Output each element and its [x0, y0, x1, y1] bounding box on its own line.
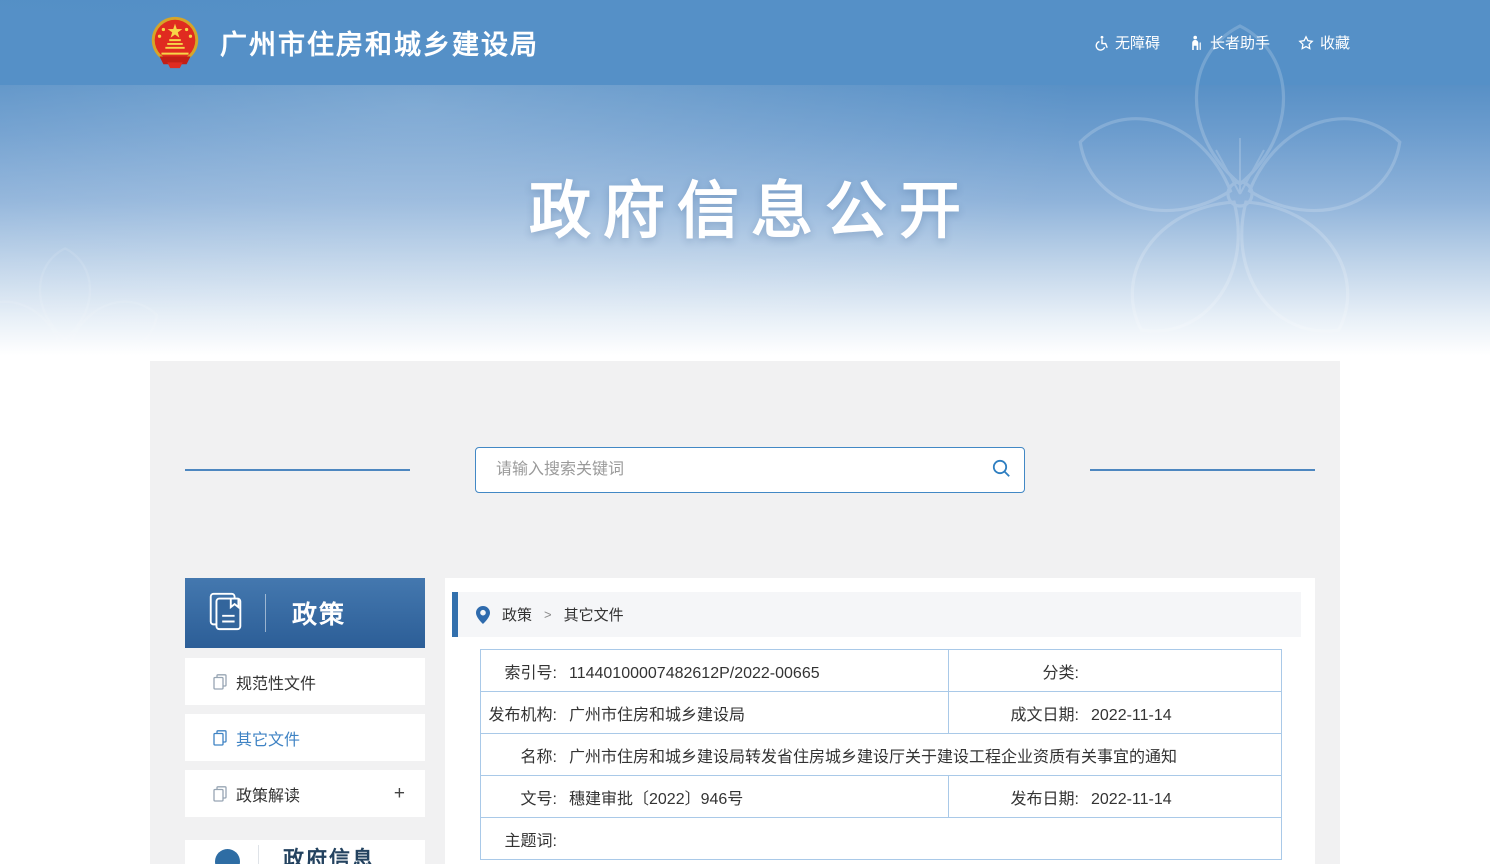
field-label: 主题词: — [481, 827, 557, 851]
field-label: 名称: — [481, 743, 557, 767]
page: 广州市住房和城乡建设局 无障碍 — [0, 0, 1490, 864]
star-icon — [1298, 35, 1314, 51]
decorative-line-left — [185, 469, 410, 471]
location-pin-icon — [476, 606, 490, 624]
field-label: 发布机构: — [481, 701, 557, 725]
site-title: 广州市住房和城乡建设局 — [220, 23, 539, 62]
site-header: 广州市住房和城乡建设局 无障碍 — [0, 0, 1490, 86]
vertical-divider — [258, 845, 259, 864]
document-icon — [213, 730, 227, 746]
field-category: 分类: — [949, 650, 1282, 692]
field-label: 索引号: — [481, 659, 557, 683]
decorative-line-right — [1090, 469, 1315, 471]
document-info-table: 索引号: 11440100007482612P/2022-00665 分类: 发布… — [480, 649, 1282, 860]
accessibility-link[interactable]: 无障碍 — [1093, 32, 1160, 53]
elderly-assistant-icon — [1188, 35, 1204, 51]
field-value: 2022-11-14 — [1091, 707, 1172, 724]
field-name: 名称: 广州市住房和城乡建设局转发省住房城乡建设厅关于建设工程企业资质有关事宜的通… — [481, 734, 1282, 776]
content-panel: 政策 规范性文件 — [150, 361, 1340, 864]
quick-link-label: 收藏 — [1320, 32, 1350, 53]
search-icon — [991, 458, 1012, 482]
national-emblem-logo — [146, 14, 204, 72]
sidebar-item-label: 政策解读 — [236, 782, 300, 806]
document-icon — [213, 674, 227, 690]
sidebar-item-label: 其它文件 — [236, 726, 300, 750]
field-written-date: 成文日期: 2022-11-14 — [949, 692, 1282, 734]
search-input[interactable] — [476, 448, 978, 492]
field-label: 成文日期: — [949, 701, 1079, 725]
table-row: 文号: 穗建审批〔2022〕946号 发布日期: 2022-11-14 — [481, 776, 1282, 818]
policy-book-icon — [205, 590, 247, 637]
search-box — [475, 447, 1025, 493]
field-value: 广州市住房和城乡建设局转发省住房城乡建设厅关于建设工程企业资质有关事宜的通知 — [569, 749, 1177, 766]
breadcrumb: 政策 > 其它文件 — [452, 592, 1301, 637]
field-index-no: 索引号: 11440100007482612P/2022-00665 — [481, 650, 949, 692]
field-value: 2022-11-14 — [1091, 791, 1172, 808]
field-label: 发布日期: — [949, 785, 1079, 809]
field-value: 穗建审批〔2022〕946号 — [569, 791, 743, 808]
breadcrumb-item-other-documents[interactable]: 其它文件 — [564, 604, 624, 625]
sidebar-section-title: 政策 — [292, 595, 346, 631]
field-label: 文号: — [481, 785, 557, 809]
sidebar-item-label: 规范性文件 — [236, 670, 316, 694]
table-row: 主题词: — [481, 818, 1282, 860]
field-keywords: 主题词: — [481, 818, 1282, 860]
document-icon — [213, 786, 227, 802]
sidebar-item-other-documents[interactable]: 其它文件 — [185, 714, 425, 761]
sidebar-items: 规范性文件 其它文件 — [185, 658, 425, 817]
field-value: 广州市住房和城乡建设局 — [569, 707, 745, 724]
accessibility-icon — [1093, 35, 1109, 51]
sidebar: 政策 规范性文件 — [185, 578, 425, 864]
sidebar-section-government-info[interactable]: 政府信息 — [185, 840, 425, 864]
field-publish-date: 发布日期: 2022-11-14 — [949, 776, 1282, 818]
main-content-card: 政策 > 其它文件 索引号: 11440100007482612P/2022-00… — [445, 578, 1315, 864]
page-title: 政府信息公开 — [0, 160, 1490, 250]
sidebar-section-policy[interactable]: 政策 — [185, 578, 425, 648]
info-circle-icon — [215, 849, 240, 864]
site-brand[interactable]: 广州市住房和城乡建设局 — [146, 0, 539, 85]
breadcrumb-separator: > — [544, 607, 552, 622]
search-button[interactable] — [978, 448, 1024, 492]
quick-links: 无障碍 长者助手 收藏 — [1093, 0, 1350, 85]
quick-link-label: 长者助手 — [1210, 32, 1270, 53]
table-row: 名称: 广州市住房和城乡建设局转发省住房城乡建设厅关于建设工程企业资质有关事宜的通… — [481, 734, 1282, 776]
vertical-divider — [265, 594, 266, 632]
sidebar-section-title: 政府信息 — [283, 843, 375, 864]
breadcrumb-item-policy[interactable]: 政策 — [502, 604, 532, 625]
table-row: 发布机构: 广州市住房和城乡建设局 成文日期: 2022-11-14 — [481, 692, 1282, 734]
quick-link-label: 无障碍 — [1115, 32, 1160, 53]
expand-plus-icon[interactable]: + — [394, 783, 405, 805]
field-publisher: 发布机构: 广州市住房和城乡建设局 — [481, 692, 949, 734]
field-value: 11440100007482612P/2022-00665 — [569, 665, 820, 682]
sidebar-item-normative-documents[interactable]: 规范性文件 — [185, 658, 425, 705]
elderly-assistant-link[interactable]: 长者助手 — [1188, 32, 1270, 53]
favorite-link[interactable]: 收藏 — [1298, 32, 1350, 53]
field-label: 分类: — [949, 659, 1079, 683]
table-row: 索引号: 11440100007482612P/2022-00665 分类: — [481, 650, 1282, 692]
sidebar-item-policy-interpretation[interactable]: 政策解读 + — [185, 770, 425, 817]
field-doc-no: 文号: 穗建审批〔2022〕946号 — [481, 776, 949, 818]
